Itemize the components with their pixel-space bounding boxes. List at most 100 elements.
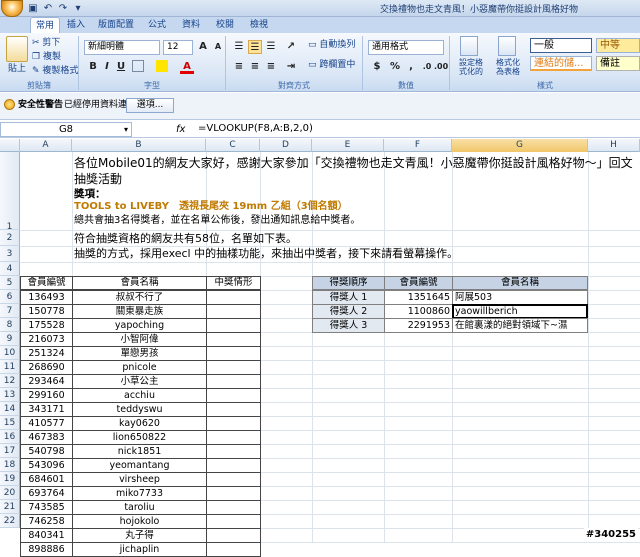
cut-button[interactable]: ✂ 剪下 xyxy=(32,36,60,50)
indent-icon[interactable]: ⇥ xyxy=(284,60,298,74)
font-size-select[interactable]: 12 xyxy=(163,40,193,55)
winning-status-cell[interactable] xyxy=(206,304,261,319)
tab-data[interactable]: 資料 xyxy=(176,17,206,33)
align-center-icon[interactable]: ≡ xyxy=(248,60,262,74)
options-button[interactable]: 選項... xyxy=(126,98,174,113)
row-header-13[interactable]: 13 xyxy=(0,388,20,402)
undo-icon[interactable]: ↶ xyxy=(42,3,54,14)
paste-button[interactable]: 貼上 xyxy=(8,62,26,76)
row-header-22[interactable]: 22 xyxy=(0,514,20,528)
member-name-cell[interactable]: hojokolo xyxy=(72,514,207,529)
row-header-15[interactable]: 15 xyxy=(0,416,20,430)
member-id-cell[interactable]: 410577 xyxy=(20,416,73,431)
member-name-cell[interactable]: kay0620 xyxy=(72,416,207,431)
font-color-button[interactable]: A xyxy=(180,60,194,74)
member-name-cell[interactable]: teddyswu xyxy=(72,402,207,417)
winner-order-cell[interactable]: 得獎人 2 xyxy=(312,304,385,319)
member-id-cell[interactable]: 343171 xyxy=(20,402,73,417)
member-name-cell[interactable]: miko7733 xyxy=(72,486,207,501)
winning-status-cell[interactable] xyxy=(206,290,261,305)
currency-button[interactable]: $ xyxy=(370,60,384,74)
member-name-cell[interactable]: 叔叔不行了 xyxy=(72,290,207,305)
member-id-cell[interactable]: 840341 xyxy=(20,528,73,543)
row-header-4[interactable]: 4 xyxy=(0,262,20,276)
winner-order-cell[interactable]: 得獎人 3 xyxy=(312,318,385,333)
paste-icon[interactable] xyxy=(6,36,28,62)
row-header-20[interactable]: 20 xyxy=(0,486,20,500)
formula-input[interactable]: =VLOOKUP(F8,A:B,2,0) xyxy=(196,122,636,137)
winning-status-cell[interactable] xyxy=(206,346,261,361)
winning-status-cell[interactable] xyxy=(206,542,261,557)
member-name-cell[interactable]: 小智阿偉 xyxy=(72,332,207,347)
member-name-cell[interactable]: taroliu xyxy=(72,500,207,515)
column-header-d[interactable]: D xyxy=(260,139,312,152)
select-all-corner[interactable] xyxy=(0,139,20,152)
winning-status-cell[interactable] xyxy=(206,472,261,487)
member-name-cell[interactable]: 丸子得 xyxy=(72,528,207,543)
tab-view[interactable]: 檢視 xyxy=(244,17,274,33)
winner-id-cell[interactable]: 2291953 xyxy=(384,318,453,333)
style-normal[interactable]: 一般 xyxy=(530,38,592,53)
tab-review[interactable]: 校閱 xyxy=(210,17,240,33)
row-header-16[interactable]: 16 xyxy=(0,430,20,444)
format-as-table-icon[interactable] xyxy=(498,36,516,56)
row-header-1[interactable]: 1 xyxy=(0,152,20,232)
member-name-cell[interactable]: lion650822 xyxy=(72,430,207,445)
style-linked-cell[interactable]: 連結的儲... xyxy=(530,56,592,71)
member-name-cell[interactable]: 小草公主 xyxy=(72,374,207,389)
row-header-12[interactable]: 12 xyxy=(0,374,20,388)
member-name-cell[interactable]: yeomantang xyxy=(72,458,207,473)
decrease-decimal-icon[interactable]: .00 xyxy=(434,60,448,74)
style-neutral[interactable]: 中等 xyxy=(596,38,640,53)
wrap-text-button[interactable]: ▭ 自動換列 xyxy=(308,38,355,52)
number-format-select[interactable]: 通用格式 xyxy=(368,40,444,55)
winning-status-cell[interactable] xyxy=(206,402,261,417)
winning-status-cell[interactable] xyxy=(206,486,261,501)
member-name-cell[interactable]: jichaplin xyxy=(72,542,207,557)
tab-formulas[interactable]: 公式 xyxy=(142,17,172,33)
bold-button[interactable]: B xyxy=(86,60,100,74)
tab-insert[interactable]: 插入 xyxy=(62,17,90,33)
grow-font-button[interactable]: A xyxy=(196,40,210,54)
row-header-7[interactable]: 7 xyxy=(0,304,20,318)
winner-name-cell[interactable]: yaowillberich xyxy=(452,304,588,319)
winning-status-cell[interactable] xyxy=(206,528,261,543)
member-id-cell[interactable]: 898886 xyxy=(20,542,73,557)
winning-status-cell[interactable] xyxy=(206,318,261,333)
column-header-g[interactable]: G xyxy=(452,139,588,152)
member-name-cell[interactable]: 關東暴走族 xyxy=(72,304,207,319)
row-header-6[interactable]: 6 xyxy=(0,290,20,304)
row-header-10[interactable]: 10 xyxy=(0,346,20,360)
winning-status-cell[interactable] xyxy=(206,458,261,473)
winner-id-cell[interactable]: 1351645 xyxy=(384,290,453,305)
member-id-cell[interactable]: 251324 xyxy=(20,346,73,361)
member-name-cell[interactable]: 單戀男孩 xyxy=(72,346,207,361)
winner-name-cell[interactable]: 在館裏漾的絕對領域下~濕 xyxy=(452,318,588,333)
winning-status-cell[interactable] xyxy=(206,360,261,375)
name-box[interactable]: G8 xyxy=(0,122,132,137)
winning-status-cell[interactable] xyxy=(206,514,261,529)
row-header-9[interactable]: 9 xyxy=(0,332,20,346)
winning-status-cell[interactable] xyxy=(206,416,261,431)
member-id-cell[interactable]: 216073 xyxy=(20,332,73,347)
row-header-18[interactable]: 18 xyxy=(0,458,20,472)
insert-function-button[interactable]: fx xyxy=(176,122,185,137)
member-id-cell[interactable]: 684601 xyxy=(20,472,73,487)
quick-access-dropdown-icon[interactable]: ▾ xyxy=(72,3,84,14)
copy-button[interactable]: ❐ 複製 xyxy=(32,50,61,64)
align-middle-icon[interactable]: ☰ xyxy=(248,40,262,54)
row-header-3[interactable]: 3 xyxy=(0,246,20,262)
winning-status-cell[interactable] xyxy=(206,444,261,459)
member-name-cell[interactable]: nick1851 xyxy=(72,444,207,459)
column-header-h[interactable]: H xyxy=(588,139,640,152)
row-header-19[interactable]: 19 xyxy=(0,472,20,486)
format-painter-button[interactable]: ✎ 複製格式 xyxy=(32,64,78,78)
member-id-cell[interactable]: 136493 xyxy=(20,290,73,305)
align-left-icon[interactable]: ≡ xyxy=(232,60,246,74)
underline-button[interactable]: U xyxy=(114,60,128,74)
row-header-8[interactable]: 8 xyxy=(0,318,20,332)
percent-button[interactable]: % xyxy=(388,60,402,74)
member-id-cell[interactable]: 268690 xyxy=(20,360,73,375)
member-id-cell[interactable]: 540798 xyxy=(20,444,73,459)
increase-decimal-icon[interactable]: .0 xyxy=(420,60,434,74)
